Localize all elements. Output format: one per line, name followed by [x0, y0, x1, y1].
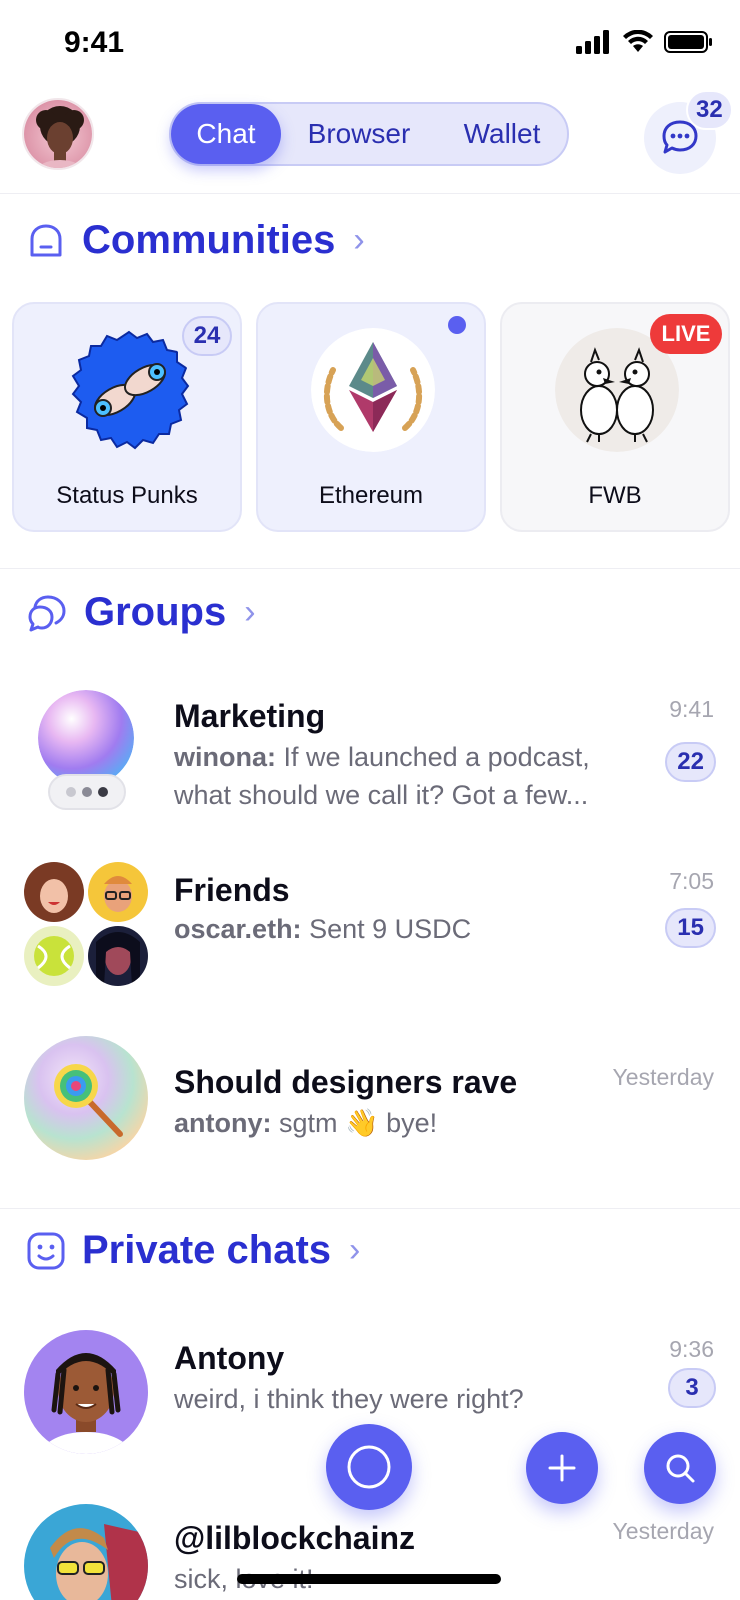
chat-preview: oscar.eth: Sent 9 USDC: [174, 910, 634, 948]
divider: [0, 1208, 740, 1209]
activity-badge: 32: [686, 90, 733, 130]
tab-chat[interactable]: Chat: [171, 104, 281, 164]
status-icons: [576, 30, 714, 54]
communities-title: Communities: [82, 218, 336, 262]
chat-time: Yesterday: [612, 1064, 714, 1090]
private-chats-header[interactable]: Private chats ›: [26, 1228, 360, 1273]
wifi-icon: [623, 30, 653, 52]
community-card-status-punks[interactable]: 24 Status Punks: [12, 302, 242, 532]
community-icon: [30, 224, 62, 256]
unread-count-badge: 15: [665, 908, 716, 948]
tab-wallet[interactable]: Wallet: [437, 104, 567, 164]
communities-carousel: 24 Status Punks Ethereum LIVE FWB: [12, 302, 730, 532]
chat-title: Marketing: [174, 698, 326, 734]
community-unread-badge: 24: [182, 316, 232, 356]
unread-count-badge: 22: [665, 742, 716, 782]
community-name: Ethereum: [318, 482, 424, 509]
community-card-ethereum[interactable]: Ethereum: [256, 302, 486, 532]
group-row-marketing[interactable]: Marketing winona: If we launched a podca…: [0, 680, 740, 830]
top-bar: Chat Browser Wallet 32: [0, 90, 740, 194]
chevron-right-icon: ›: [353, 221, 365, 259]
chat-sender: antony:: [174, 1108, 272, 1138]
chat-time: 9:41: [669, 696, 714, 722]
community-name: Status Punks: [56, 482, 198, 509]
group-row-should-designers-rave[interactable]: Should designers rave antony: sgtm 👋 bye…: [0, 1036, 740, 1166]
chat-sender: oscar.eth:: [174, 914, 302, 944]
status-time: 9:41: [64, 26, 125, 59]
status-bar: 9:41: [0, 0, 740, 90]
status-punks-image: [67, 328, 191, 452]
groups-title: Groups: [84, 590, 227, 634]
contact-avatar: [24, 1330, 148, 1454]
group-avatar-collage: [24, 862, 148, 986]
plus-icon: [548, 1454, 576, 1482]
chevron-right-icon: ›: [349, 1231, 361, 1269]
chat-message: weird, i think they were right?: [174, 1384, 524, 1414]
chat-message: Sent 9 USDC: [309, 914, 472, 944]
battery-icon: [664, 31, 712, 53]
chat-time: 7:05: [669, 868, 714, 894]
groups-header[interactable]: Groups ›: [26, 590, 256, 635]
live-badge: LIVE: [650, 314, 722, 354]
group-avatar: [24, 1036, 148, 1160]
community-unread-dot: [448, 316, 466, 334]
chat-time: 9:36: [669, 1336, 714, 1362]
search-icon: [666, 1454, 695, 1483]
unread-count-badge: 3: [668, 1368, 716, 1408]
group-avatar: [38, 690, 134, 786]
contact-avatar: [24, 1504, 148, 1600]
chat-message: sgtm 👋 bye!: [279, 1108, 438, 1138]
search-button[interactable]: [644, 1432, 716, 1504]
chevron-right-icon: ›: [244, 593, 256, 631]
ethereum-image: [311, 328, 435, 452]
new-chat-button[interactable]: [526, 1432, 598, 1504]
communities-header[interactable]: Communities ›: [26, 218, 365, 263]
chat-title: Friends: [174, 872, 290, 908]
profile-avatar[interactable]: [22, 98, 94, 170]
signal-icon: [576, 30, 609, 54]
typing-indicator: [48, 774, 126, 810]
divider: [0, 568, 740, 569]
private-chats-title: Private chats: [82, 1228, 332, 1272]
chat-sender: winona:: [174, 742, 276, 772]
smiley-icon: [27, 1232, 65, 1269]
chat-preview: antony: sgtm 👋 bye!: [174, 1104, 634, 1142]
group-row-friends[interactable]: Friends oscar.eth: Sent 9 USDC 7:05 15: [0, 862, 740, 992]
tab-browser[interactable]: Browser: [281, 104, 437, 164]
main-tabs: Chat Browser Wallet: [169, 102, 569, 166]
chat-title: Should designers rave: [174, 1064, 518, 1100]
chat-preview: winona: If we launched a podcast, what s…: [174, 738, 634, 814]
chat-time: Yesterday: [612, 1518, 714, 1544]
groups-icon: [28, 595, 66, 631]
home-button[interactable]: [326, 1424, 412, 1510]
community-card-fwb[interactable]: LIVE FWB: [500, 302, 730, 532]
chat-title: Antony: [174, 1340, 285, 1376]
home-indicator: [237, 1574, 501, 1584]
chat-title: @lilblockchainz: [174, 1520, 416, 1556]
circle-icon: [347, 1445, 391, 1489]
community-name: FWB: [588, 482, 642, 509]
private-row-lilblockchainz[interactable]: @lilblockchainz sick, love it! Yesterday: [0, 1504, 740, 1600]
